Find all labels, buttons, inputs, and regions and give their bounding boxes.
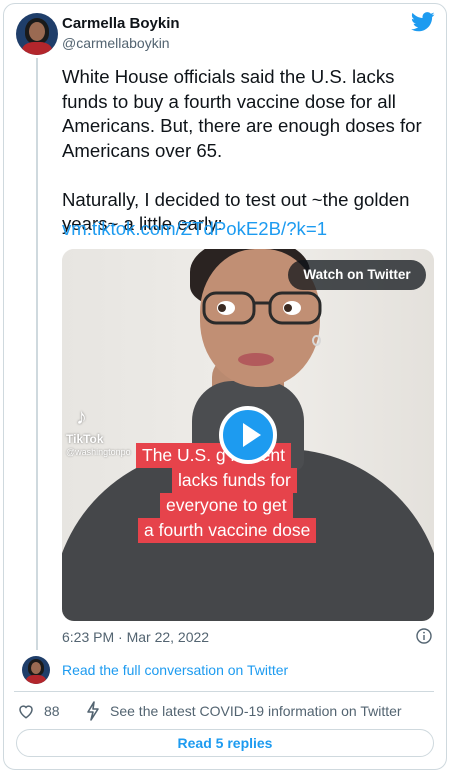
like-count[interactable]: 88 (44, 703, 60, 719)
author-handle[interactable]: @carmellaboykin (62, 35, 170, 51)
read-full-conversation-link[interactable]: Read the full conversation on Twitter (62, 662, 288, 678)
play-icon[interactable] (219, 406, 277, 464)
tweet-link[interactable]: vm.tiktok.com/ZTdPokE2B/?k=1 (62, 217, 327, 242)
glasses-graphic (202, 291, 322, 325)
covid-info-link[interactable]: See the latest COVID-19 information on T… (110, 703, 402, 719)
author-avatar[interactable] (16, 13, 58, 55)
thread-line (36, 58, 38, 650)
heart-icon[interactable] (17, 702, 35, 720)
bolt-icon (87, 701, 99, 721)
caption-line: lacks funds for (172, 468, 297, 493)
caption-line: a fourth vaccine dose (138, 518, 317, 543)
watch-on-twitter-button[interactable]: Watch on Twitter (288, 260, 426, 290)
video-thumbnail[interactable]: Watch on Twitter ♪ TikTok @washingtonpo … (62, 249, 434, 621)
tweet-timestamp[interactable]: 6:23 PM · Mar 22, 2022 (62, 629, 209, 645)
conversation-avatar (22, 656, 50, 684)
tiktok-icon: ♪ (76, 404, 87, 429)
divider (14, 691, 434, 692)
caption-line: everyone to get (160, 493, 293, 518)
read-replies-button[interactable]: Read 5 replies (16, 729, 434, 757)
twitter-bird-icon[interactable] (411, 12, 435, 32)
tweet-text: White House officials said the U.S. lack… (62, 66, 422, 234)
author-name[interactable]: Carmella Boykin (62, 15, 180, 32)
info-icon[interactable] (416, 628, 432, 644)
